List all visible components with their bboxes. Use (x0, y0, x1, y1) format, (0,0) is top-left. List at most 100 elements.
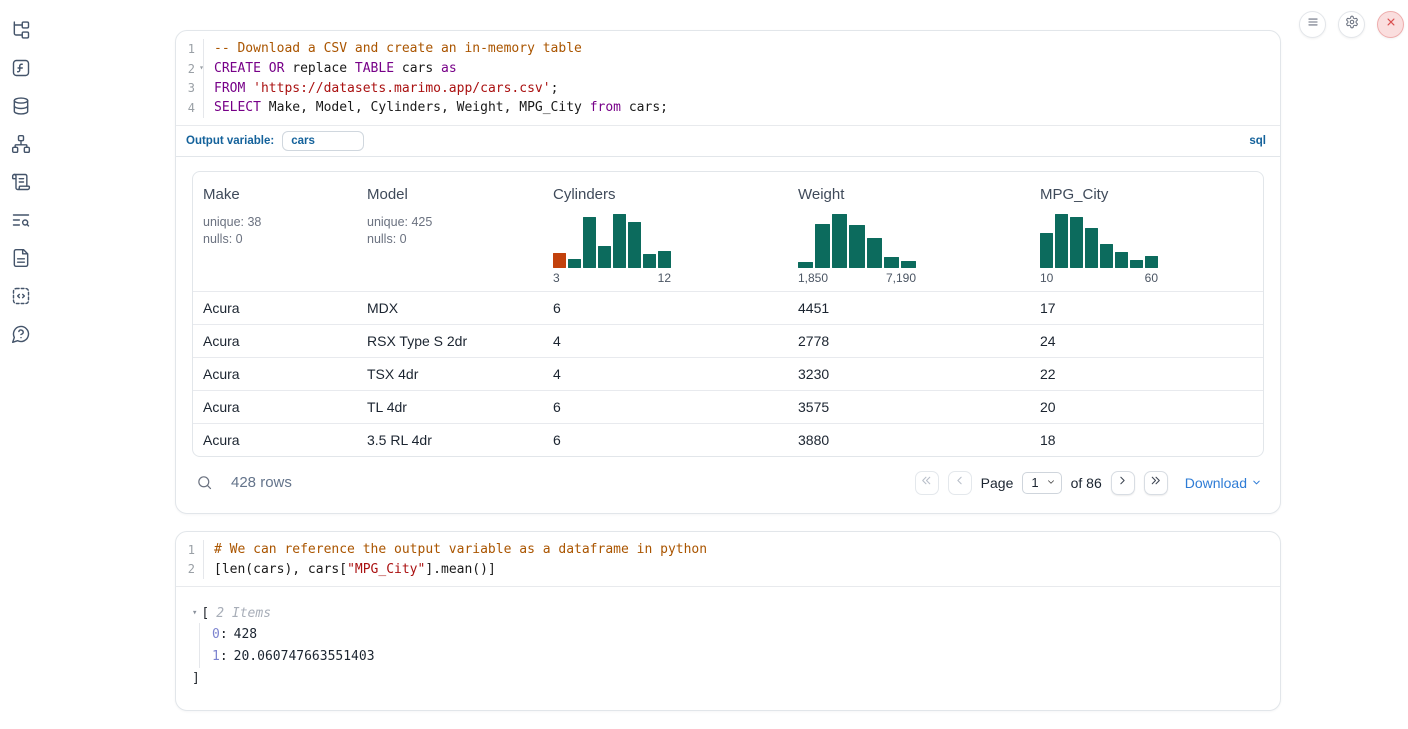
line-number-gutter: 1 (176, 39, 204, 59)
histogram-bar (553, 253, 566, 268)
table-row[interactable]: AcuraTL 4dr6357520 (193, 390, 1263, 423)
code-line: 3FROM 'https://datasets.marimo.app/cars.… (176, 78, 1280, 98)
stat-unique: unique: 425 (367, 214, 535, 231)
search-icon[interactable] (196, 474, 213, 491)
row-count: 428 rows (231, 474, 292, 491)
line-number: 2 (188, 62, 195, 76)
code-token: ].mean()] (425, 562, 495, 577)
chevrons-left-icon (920, 474, 933, 492)
page-select-value: 1 (1031, 475, 1038, 490)
code-line: 1 -- Download a CSV and create an in-memo… (176, 39, 1280, 59)
column-header[interactable]: Modelunique: 425nulls: 0 (357, 172, 543, 291)
column-histogram: 1,8507,190 (798, 212, 916, 285)
column-label: Cylinders (553, 186, 780, 203)
output-variable-label: Output variable: (186, 135, 274, 147)
column-stats: unique: 38nulls: 0 (203, 214, 349, 248)
histogram-axis: 312 (553, 271, 671, 285)
histogram-bar (867, 238, 882, 268)
tree-close-bracket: ] (192, 668, 1264, 688)
code-token: SELECT (214, 100, 261, 115)
previous-page-button[interactable] (948, 471, 972, 495)
chevron-right-icon (1116, 474, 1129, 492)
code-token (261, 61, 269, 76)
next-page-button[interactable] (1111, 471, 1135, 495)
code-token: from (590, 100, 621, 115)
table-cell: Acura (193, 366, 357, 382)
histogram-bar (613, 214, 626, 268)
menu-button[interactable] (1299, 11, 1326, 38)
chevrons-right-icon (1149, 474, 1162, 492)
table-row[interactable]: AcuraRSX Type S 2dr4277824 (193, 324, 1263, 357)
table-header: Make unique: 38nulls: 0Modelunique: 425nu… (193, 172, 1263, 291)
network-icon (11, 134, 31, 159)
sidebar-item-snippets[interactable] (10, 287, 32, 309)
tree-entry-index: 1 (212, 649, 220, 664)
histogram (1040, 212, 1158, 268)
chevron-down-icon[interactable]: ▾ (192, 608, 197, 618)
histogram-axis: 1060 (1040, 271, 1158, 285)
histogram-bar (568, 259, 581, 268)
histogram-bar (849, 225, 864, 268)
histogram-bar (884, 257, 899, 268)
python-code-editor[interactable]: 1# We can reference the output variable … (176, 532, 1280, 587)
code-token: FROM (214, 81, 245, 96)
table-cell: TSX 4dr (357, 366, 543, 382)
fold-chevron-icon[interactable]: ▾ (199, 64, 204, 72)
sidebar-item-logs[interactable] (10, 211, 32, 233)
histogram-bar (1130, 260, 1143, 268)
table-cell: Acura (193, 399, 357, 415)
histogram-bar (1055, 214, 1068, 268)
column-header[interactable]: Make unique: 38nulls: 0 (193, 172, 357, 291)
line-number-gutter: 3 (176, 78, 204, 98)
histogram-bar (1115, 252, 1128, 268)
column-header[interactable]: Cylinders 312 (543, 172, 788, 291)
histogram-bar (1145, 256, 1158, 268)
line-number: 4 (188, 101, 195, 115)
sidebar-item-datasources[interactable] (10, 97, 32, 119)
table-cell: 24 (1030, 333, 1263, 349)
sidebar-item-variables[interactable] (10, 59, 32, 81)
sidebar-item-documentation[interactable] (10, 249, 32, 271)
output-variable-input[interactable] (282, 131, 364, 151)
code-token: -- Download a CSV and create an in-memor… (214, 41, 582, 56)
code-text: FROM 'https://datasets.marimo.app/cars.c… (204, 81, 558, 96)
table-cell: 3880 (788, 432, 1030, 448)
last-page-button[interactable] (1144, 471, 1168, 495)
download-label: Download (1185, 475, 1247, 491)
sidebar-item-help[interactable] (10, 325, 32, 347)
table-cell: Acura (193, 300, 357, 316)
table-cell: 3230 (788, 366, 1030, 382)
code-line: 2[len(cars), cars["MPG_City"].mean()] (176, 559, 1280, 579)
column-header[interactable]: MPG_City1060 (1030, 172, 1263, 291)
page-select[interactable]: 1 (1022, 472, 1061, 494)
settings-button[interactable] (1338, 11, 1365, 38)
histogram-bar (1070, 217, 1083, 268)
tree-body: 0:4281:20.060747663551403 (199, 623, 1264, 668)
column-label: Weight (798, 186, 1022, 203)
data-table: Make unique: 38nulls: 0Modelunique: 425nu… (192, 171, 1264, 457)
shutdown-button[interactable] (1377, 11, 1404, 38)
sidebar-item-dependencies[interactable] (10, 135, 32, 157)
table-cell: 6 (543, 399, 788, 415)
line-number: 2 (188, 562, 195, 576)
sql-code-editor[interactable]: 1 -- Download a CSV and create an in-memo… (176, 31, 1280, 125)
first-page-button[interactable] (915, 471, 939, 495)
column-label: Make (203, 186, 349, 203)
table-row[interactable]: Acura3.5 RL 4dr6388018 (193, 423, 1263, 456)
tree-root: ▾ [ 2 Items (192, 603, 1264, 623)
table-row[interactable]: AcuraMDX6445117 (193, 291, 1263, 324)
output-variable-row: Output variable: sql (176, 125, 1280, 157)
sidebar-item-packages[interactable] (10, 173, 32, 195)
file-text-icon (11, 248, 31, 273)
column-header[interactable]: Weight 1,8507,190 (788, 172, 1030, 291)
histogram-bar (628, 222, 641, 268)
sidebar-item-file-explorer[interactable] (10, 21, 32, 43)
histogram-bar (815, 224, 830, 268)
table-row[interactable]: AcuraTSX 4dr4323022 (193, 357, 1263, 390)
table-cell: Acura (193, 333, 357, 349)
table-cell: 6 (543, 432, 788, 448)
tree-entry: 1:20.060747663551403 (212, 646, 1264, 669)
download-button[interactable]: Download (1185, 475, 1262, 491)
code-token: OR (269, 61, 285, 76)
histogram-bar (798, 262, 813, 268)
